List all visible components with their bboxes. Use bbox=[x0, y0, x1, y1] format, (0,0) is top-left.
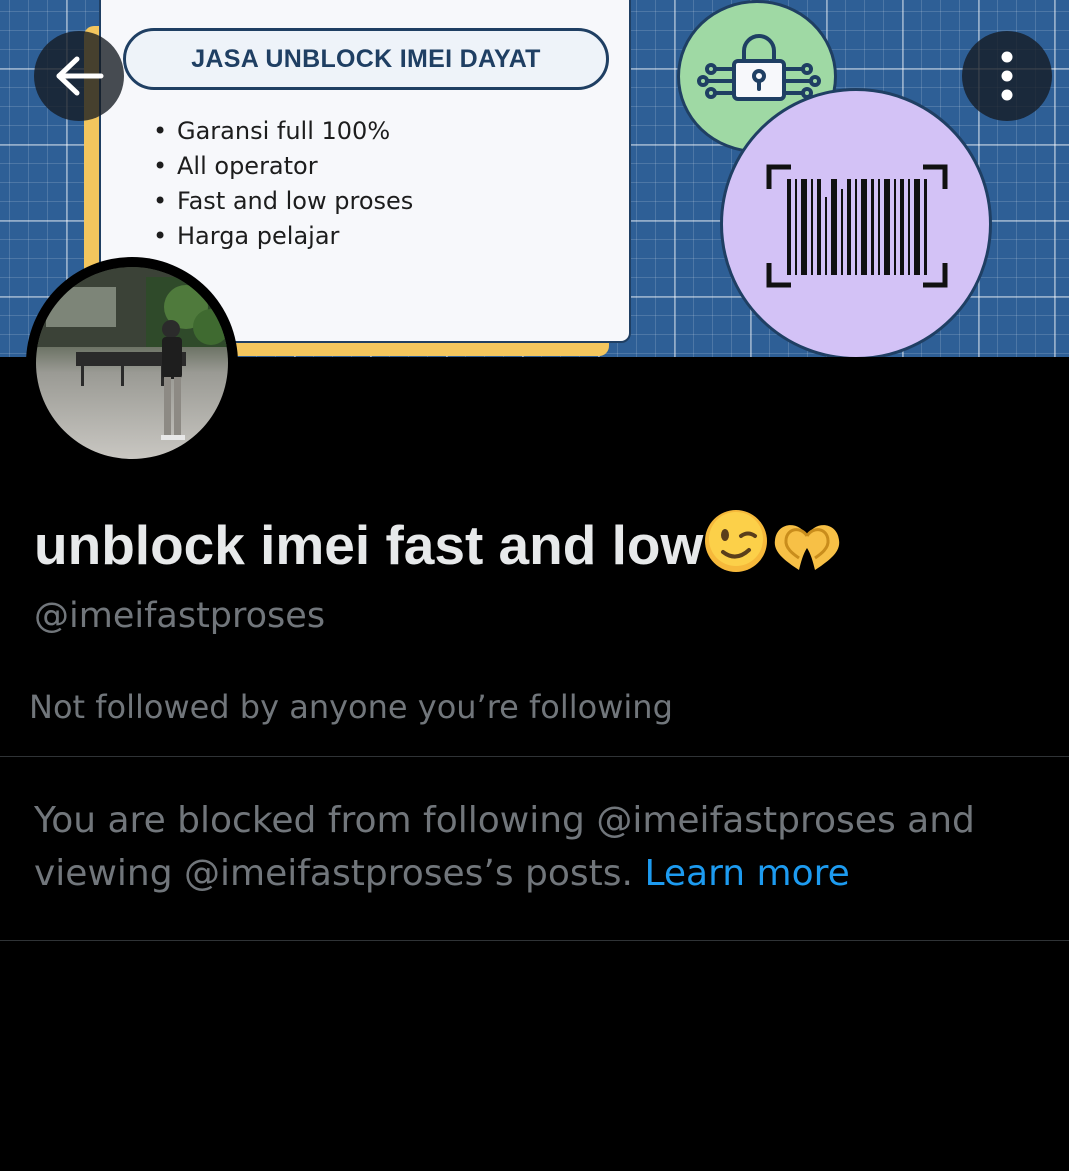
barcode-icon bbox=[766, 164, 948, 288]
avatar-photo bbox=[36, 267, 228, 459]
avatar[interactable] bbox=[26, 257, 238, 469]
banner-point: Fast and low proses bbox=[153, 184, 413, 219]
banner-point: All operator bbox=[153, 149, 413, 184]
divider bbox=[0, 940, 1069, 941]
profile-handle: @imeifastproses bbox=[34, 596, 326, 636]
banner-title: JASA UNBLOCK IMEI DAYAT bbox=[123, 28, 609, 90]
more-options-button[interactable] bbox=[962, 31, 1052, 121]
divider bbox=[0, 756, 1069, 757]
back-button[interactable] bbox=[34, 31, 124, 121]
followers-you-know: Not followed by anyone you’re following bbox=[29, 688, 673, 726]
arrow-left-icon bbox=[56, 56, 104, 96]
learn-more-link[interactable]: Learn more bbox=[644, 853, 849, 894]
heart-hands-emoji bbox=[775, 525, 840, 570]
profile-name: unblock imei fast and low bbox=[34, 508, 845, 578]
profile-name-text: unblock imei fast and low bbox=[34, 514, 704, 576]
more-vertical-icon bbox=[1001, 51, 1013, 101]
banner-point: Garansi full 100% bbox=[153, 114, 413, 149]
winking-face-emoji bbox=[705, 510, 768, 572]
avatar-photo-scene bbox=[36, 267, 228, 440]
banner-point: Harga pelajar bbox=[153, 219, 413, 254]
blocked-notice: You are blocked from following @imeifast… bbox=[34, 794, 1034, 900]
barcode-circle bbox=[720, 88, 992, 357]
banner-points-list: Garansi full 100% All operator Fast and … bbox=[153, 114, 413, 254]
